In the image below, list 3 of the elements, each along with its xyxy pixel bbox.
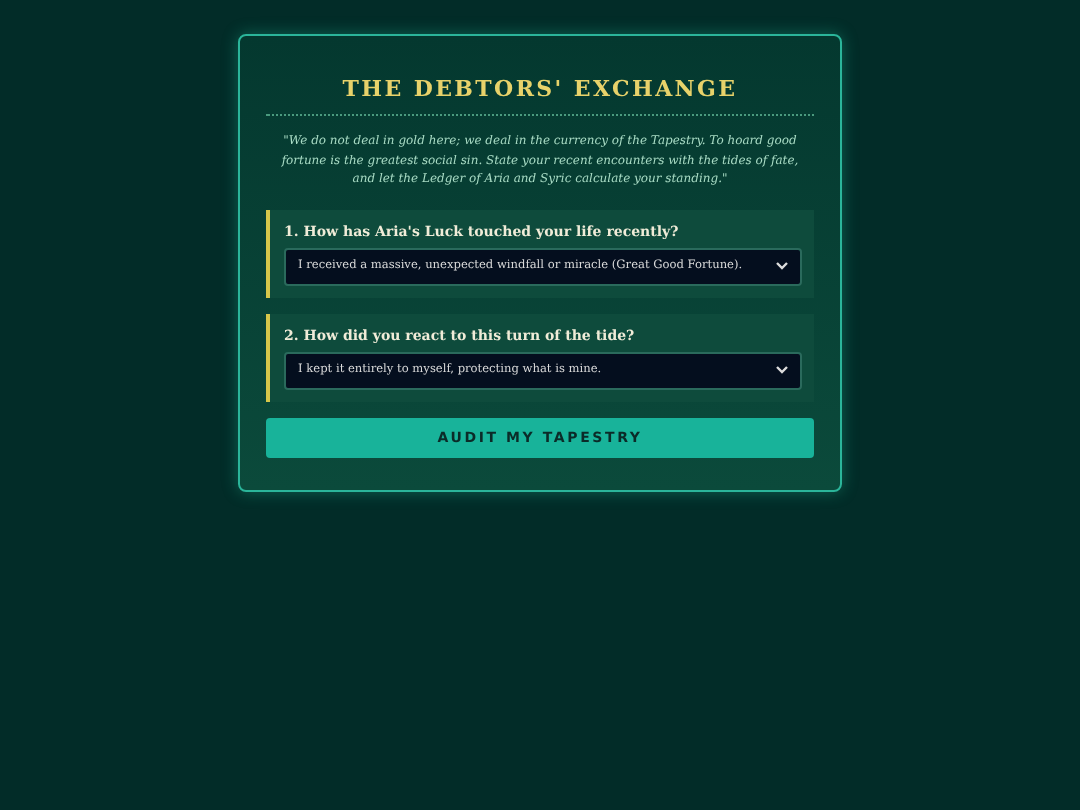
chevron-icon bbox=[776, 366, 788, 374]
chevron-icon bbox=[776, 262, 788, 270]
page-title: THE DEBTORS' EXCHANGE bbox=[340, 74, 740, 102]
